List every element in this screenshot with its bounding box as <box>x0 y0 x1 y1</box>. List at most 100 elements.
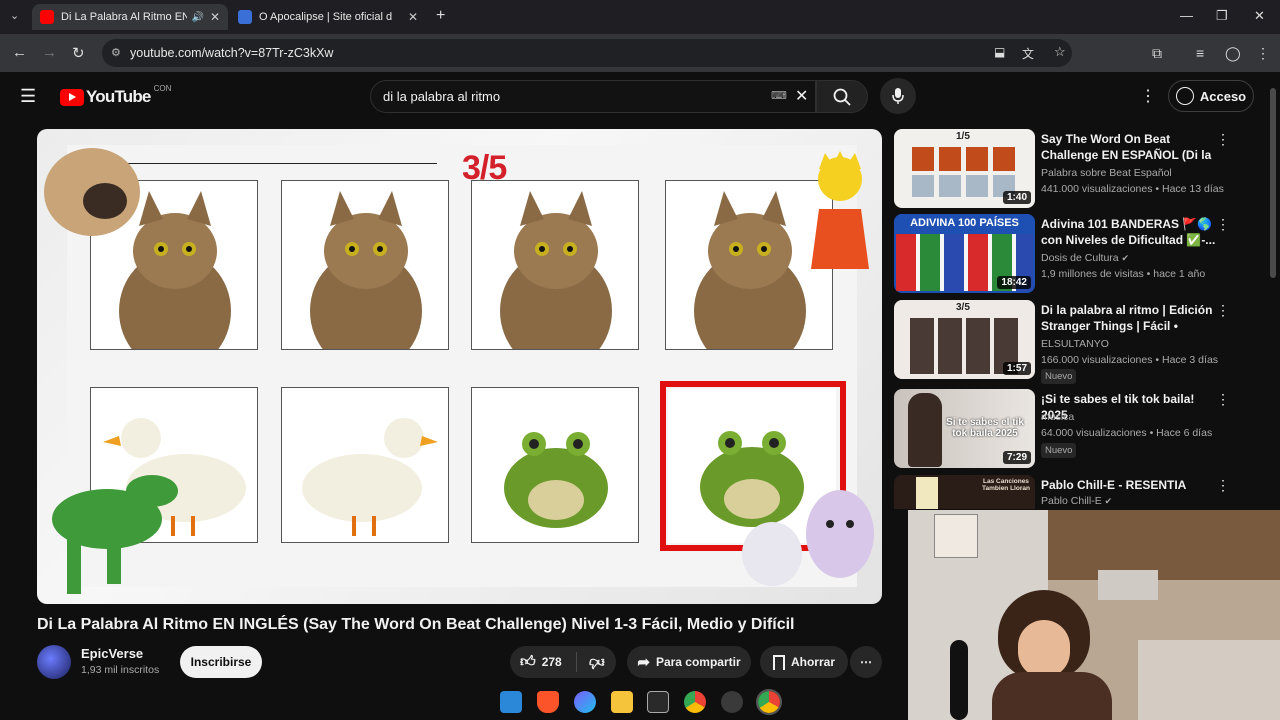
pug-sticker-image <box>44 148 140 236</box>
like-count[interactable]: 278 <box>542 655 562 669</box>
recommendation-item[interactable]: 3/5 1:57 Di la palabra al ritmo | Edició… <box>894 300 1254 384</box>
profile-icon[interactable]: ◯ <box>1225 45 1241 62</box>
tab-apocalipse[interactable]: O Apocalipse | Site oficial d ✕ <box>230 4 426 30</box>
webcam-picture-frame <box>934 514 978 558</box>
video-thumbnail[interactable]: 1/5 1:40 <box>894 129 1035 208</box>
thumbnail-caption: 1/5 <box>956 131 970 142</box>
video-thumbnail[interactable]: 3/5 1:57 <box>894 300 1035 379</box>
extensions-icon[interactable]: ⧉ <box>1152 45 1162 62</box>
voice-search-button[interactable] <box>880 78 916 114</box>
recommendation-channel-row[interactable]: Pablo Chill-E ✔ <box>1041 495 1112 507</box>
recommendation-channel[interactable]: Pablo Chill-E <box>1041 495 1102 507</box>
back-icon[interactable]: ← <box>12 44 27 61</box>
new-tab-icon[interactable]: + <box>436 7 445 25</box>
recommendation-item[interactable]: Si te sabes el tik tok baila 2025 7:29 ¡… <box>894 389 1254 469</box>
recommendation-title[interactable]: Pablo Chill-E - RESENTIA <box>1041 477 1221 493</box>
translate-icon[interactable]: 文 <box>1022 45 1034 62</box>
recommendation-title[interactable]: Di la palabra al ritmo | Edición Strange… <box>1041 302 1221 334</box>
address-bar[interactable]: ⚙ youtube.com/watch?v=87Tr-zC3kXw ☆ ⬓ 文 <box>102 39 1072 67</box>
recommendation-stats: 441.000 visualizaciones • Hace 13 días <box>1041 183 1224 195</box>
new-badge: Nuevo <box>1041 443 1077 458</box>
subscriber-count: 1,93 mil inscritos <box>81 664 160 676</box>
youtube-logo[interactable]: YouTube CON <box>60 84 171 107</box>
tab-search-icon[interactable]: ⌄ <box>10 9 19 22</box>
recommendation-menu-icon[interactable]: ⋮ <box>1216 302 1230 319</box>
channel-avatar[interactable] <box>37 645 71 679</box>
recommendation-channel[interactable]: música <box>1041 411 1074 423</box>
recommendation-menu-icon[interactable]: ⋮ <box>1216 477 1230 494</box>
recommendation-channel-row[interactable]: Dosis de Cultura ✔ <box>1041 252 1129 264</box>
install-app-icon[interactable]: ⬓ <box>994 45 1005 59</box>
recommendation-item[interactable]: 1/5 1:40 Say The Word On Beat Challenge … <box>894 129 1254 209</box>
youtube-favicon-icon <box>40 10 54 24</box>
page-scrollbar[interactable] <box>1270 88 1276 278</box>
subscribe-button[interactable]: Inscribirse <box>180 646 262 678</box>
video-thumbnail[interactable]: Las Canciones Tambien Lloran <box>894 475 1035 509</box>
media-controls-icon[interactable]: ≡ <box>1196 45 1204 61</box>
recommendation-menu-icon[interactable]: ⋮ <box>1216 131 1230 148</box>
like-icon[interactable]: 👍︎ <box>520 653 536 671</box>
menu-icon[interactable]: ☰ <box>20 86 36 107</box>
settings-kebab-icon[interactable]: ⋮ <box>1140 86 1156 106</box>
video-player[interactable]: 3/5 <box>37 129 882 604</box>
recommendation-menu-icon[interactable]: ⋮ <box>1216 391 1230 408</box>
thumbnail-caption: ADIVINA 100 PAÍSES <box>894 214 1035 232</box>
cat-card <box>281 180 449 350</box>
browser-toolbar: ← → ↻ ⚙ youtube.com/watch?v=87Tr-zC3kXw … <box>0 34 1280 72</box>
close-tab-icon[interactable]: ✕ <box>210 10 220 24</box>
app-icon[interactable] <box>721 691 744 713</box>
search-button[interactable] <box>816 80 868 113</box>
copilot-icon[interactable] <box>573 691 596 713</box>
sign-in-button[interactable]: Acceso <box>1168 80 1254 112</box>
search-input[interactable]: di la palabra al ritmo ⌨ ✕ <box>370 80 816 113</box>
minimize-icon[interactable]: — <box>1180 8 1193 23</box>
thumbnail-caption: Las Canciones Tambien Lloran <box>982 478 1030 492</box>
webcam-person-face <box>1018 620 1070 678</box>
video-duration: 1:57 <box>1002 362 1031 375</box>
share-button[interactable]: ➦ Para compartir <box>627 646 751 678</box>
search-value: di la palabra al ritmo <box>383 89 501 104</box>
windows-start-icon[interactable] <box>500 691 522 713</box>
more-actions-button[interactable]: ⋯ <box>850 646 882 678</box>
recommendation-channel[interactable]: Palabra sobre Beat Español <box>1041 167 1172 179</box>
close-window-icon[interactable]: ✕ <box>1254 8 1265 24</box>
bookmark-star-icon[interactable]: ☆ <box>1054 44 1066 60</box>
recommendation-channel[interactable]: ELSULTANYO <box>1041 338 1109 350</box>
save-label: Ahorrar <box>790 655 835 669</box>
thumbnail-caption: 3/5 <box>956 302 970 313</box>
recommendation-title[interactable]: Say The Word On Beat Challenge EN ESPAÑO… <box>1041 131 1221 163</box>
recommendation-title[interactable]: Adivina 101 BANDERAS 🚩🌎 con Niveles de D… <box>1041 216 1221 248</box>
file-explorer-icon[interactable] <box>610 691 633 713</box>
clear-search-icon[interactable]: ✕ <box>795 86 808 106</box>
chrome-icon[interactable] <box>684 691 707 713</box>
keyboard-icon[interactable]: ⌨ <box>771 89 787 102</box>
account-icon <box>1175 87 1194 105</box>
recommendation-item[interactable]: Las Canciones Tambien Lloran Pablo Chill… <box>894 475 1254 509</box>
site-info-icon[interactable]: ⚙ <box>111 46 121 59</box>
recommendation-item[interactable]: ADIVINA 100 PAÍSES 18:42 Adivina 101 BAN… <box>894 214 1254 294</box>
save-button[interactable]: Ahorrar <box>760 646 848 678</box>
maximize-icon[interactable]: ❐ <box>1216 8 1228 24</box>
speaker-icon[interactable]: 🔊 <box>191 12 203 23</box>
duck-image <box>302 418 438 536</box>
youtube-play-logo-icon <box>60 88 84 106</box>
tab-youtube[interactable]: Di La Palabra Al Ritmo EN INGLÉS 🔊 ✕ <box>32 4 228 30</box>
cats-sticker-image <box>742 490 874 586</box>
brave-browser-icon[interactable] <box>536 691 559 713</box>
recommendation-channel[interactable]: Dosis de Cultura <box>1041 252 1119 264</box>
chrome-active-icon[interactable] <box>755 689 782 715</box>
dislike-icon[interactable]: 👍︎ <box>589 653 605 671</box>
video-duration: 1:40 <box>1002 191 1031 204</box>
close-tab-icon[interactable]: ✕ <box>408 10 418 24</box>
search-icon <box>833 88 851 106</box>
chrome-menu-icon[interactable]: ⋮ <box>1256 45 1270 62</box>
notion-icon[interactable] <box>647 691 670 713</box>
webcam-microwave <box>1098 570 1158 600</box>
thumbnail-art <box>916 477 938 509</box>
forward-icon[interactable]: → <box>42 44 57 61</box>
video-thumbnail[interactable]: Si te sabes el tik tok baila 2025 7:29 <box>894 389 1035 468</box>
video-thumbnail[interactable]: ADIVINA 100 PAÍSES 18:42 <box>894 214 1035 293</box>
channel-name[interactable]: EpicVerse <box>81 646 143 661</box>
reload-icon[interactable]: ↻ <box>72 44 85 62</box>
recommendation-menu-icon[interactable]: ⋮ <box>1216 216 1230 233</box>
